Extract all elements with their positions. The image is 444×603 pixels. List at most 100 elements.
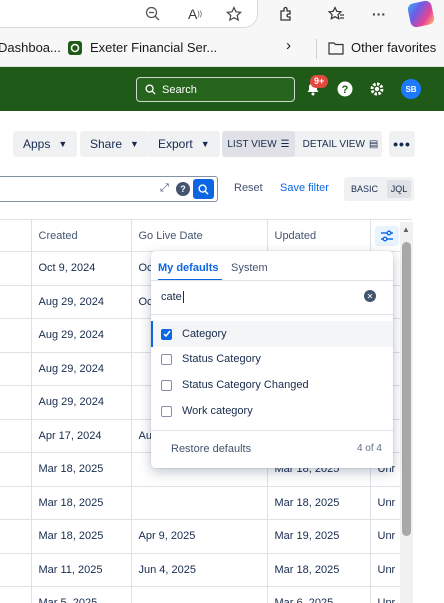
basic-mode-button[interactable]: BASIC xyxy=(344,177,385,201)
column-filter-input[interactable]: cate xyxy=(151,285,393,309)
share-label: Share xyxy=(90,137,123,151)
list-view-label: LIST VIEW xyxy=(227,138,277,150)
apps-label: Apps xyxy=(23,137,51,151)
save-filter-button[interactable]: Save filter xyxy=(280,182,329,194)
detail-view-label: DETAIL VIEW xyxy=(302,138,365,150)
column-header-updated[interactable]: Updated xyxy=(267,219,371,252)
search-placeholder: Search xyxy=(162,83,197,96)
table-cell xyxy=(0,419,32,453)
column-option-label: Work category xyxy=(182,405,253,417)
jql-query-input[interactable]: ⤢ ? xyxy=(0,176,218,202)
view-toggle: LIST VIEW ☰ DETAIL VIEW ▤ xyxy=(222,131,382,157)
zoom-out-icon[interactable] xyxy=(142,3,164,25)
column-option-status-category[interactable]: Status Category xyxy=(151,346,393,372)
notifications-badge: 9+ xyxy=(310,75,329,88)
help-icon[interactable]: ? xyxy=(176,182,190,196)
checkbox-icon[interactable] xyxy=(161,353,172,365)
text-cursor xyxy=(182,291,184,303)
more-options-icon[interactable]: ··· xyxy=(368,3,390,25)
column-header-go-live-date[interactable]: Go Live Date xyxy=(131,219,268,252)
scrollbar-thumb[interactable] xyxy=(402,242,411,536)
chevron-down-icon: ▼ xyxy=(58,139,68,149)
chevron-down-icon: ▼ xyxy=(130,139,139,149)
table-cell xyxy=(0,452,32,487)
search-mode-toggle: BASIC JQL xyxy=(344,177,414,201)
scroll-up-icon[interactable]: ▲ xyxy=(402,225,410,234)
restore-defaults-button[interactable]: Restore defaults xyxy=(171,443,251,455)
table-row[interactable]: Mar 18, 2025 Mar 18, 2025 Unr xyxy=(0,486,412,520)
clear-filter-icon[interactable]: ✕ xyxy=(364,290,376,302)
export-button[interactable]: Export ▼ xyxy=(148,131,220,157)
column-picker-popup: My defaults System cate ✕ Category Statu… xyxy=(151,251,393,468)
vertical-scrollbar[interactable]: ▲ xyxy=(400,222,413,603)
table-row[interactable]: Mar 11, 2025 Jun 4, 2025 Mar 18, 2025 Unr xyxy=(0,553,412,587)
other-favorites[interactable]: Other favorites xyxy=(351,40,436,55)
go-live-cell: Jun 4, 2025 xyxy=(131,553,268,587)
search-input[interactable]: Search xyxy=(136,77,295,102)
favorites-icon[interactable] xyxy=(325,3,347,25)
bookmark-dashboard[interactable]: Dashboa... xyxy=(0,40,61,55)
apps-button[interactable]: Apps ▼ xyxy=(13,131,78,157)
window-edge xyxy=(433,111,444,603)
avatar[interactable]: SB xyxy=(401,79,421,99)
star-favorite-icon[interactable] xyxy=(223,3,245,25)
bookmark-exeter-financial[interactable]: Exeter Financial Ser... xyxy=(90,40,217,55)
column-option-work-category[interactable]: Work category xyxy=(151,398,393,424)
reset-button[interactable]: Reset xyxy=(234,182,263,194)
column-option-label: Status Category Changed xyxy=(182,379,309,391)
search-icon xyxy=(145,84,156,95)
checkbox-checked-icon[interactable] xyxy=(161,328,172,340)
folder-icon xyxy=(328,41,344,58)
extensions-icon[interactable] xyxy=(275,3,297,25)
search-button[interactable] xyxy=(193,179,214,199)
column-option-label: Category xyxy=(182,328,227,340)
expand-icon[interactable]: ⤢ xyxy=(160,182,169,195)
table-row[interactable]: Mar 18, 2025 Apr 9, 2025 Mar 19, 2025 Unr xyxy=(0,519,412,554)
created-cell: Aug 29, 2024 xyxy=(31,385,132,420)
go-live-cell xyxy=(131,486,268,520)
created-cell: Aug 29, 2024 xyxy=(31,352,132,386)
detail-view-button[interactable]: DETAIL VIEW ▤ xyxy=(299,131,382,157)
column-option-label: Status Category xyxy=(182,353,261,365)
export-label: Export xyxy=(158,137,193,151)
checkbox-icon[interactable] xyxy=(161,379,172,391)
bookmarks-bar: Dashboa... Exeter Financial Ser... › Oth… xyxy=(0,30,444,67)
created-cell: Oct 9, 2024 xyxy=(31,251,132,286)
go-live-cell xyxy=(131,586,268,603)
read-aloud-icon[interactable]: A)) xyxy=(184,3,206,25)
updated-cell: Mar 18, 2025 xyxy=(267,486,371,520)
settings-gear-icon[interactable] xyxy=(366,78,388,100)
updated-cell: Mar 18, 2025 xyxy=(267,553,371,587)
column-picker-tabs: My defaults System xyxy=(151,251,393,281)
table-cell xyxy=(0,519,32,554)
tab-my-defaults[interactable]: My defaults xyxy=(158,262,219,274)
column-option-category[interactable]: Category xyxy=(151,321,393,347)
table-cell xyxy=(0,251,32,286)
tabs-divider xyxy=(151,280,393,281)
column-option-status-category-changed[interactable]: Status Category Changed xyxy=(151,372,393,398)
tab-system[interactable]: System xyxy=(231,262,268,274)
table-header-row: Created Go Live Date Updated xyxy=(0,219,412,252)
share-button[interactable]: Share ▼ xyxy=(80,131,149,157)
jql-mode-button[interactable]: JQL xyxy=(387,180,411,198)
column-header-previous[interactable] xyxy=(0,219,32,252)
created-cell: Aug 29, 2024 xyxy=(31,285,132,319)
table-row[interactable]: Mar 5, 2025Mar 6, 2025Unr xyxy=(0,586,412,603)
table-cell xyxy=(0,352,32,386)
column-header-created[interactable]: Created xyxy=(31,219,132,252)
created-cell: Mar 18, 2025 xyxy=(31,452,132,487)
chevron-right-icon[interactable]: › xyxy=(286,37,291,54)
checkbox-icon[interactable] xyxy=(161,405,172,417)
table-cell xyxy=(0,318,32,353)
column-count: 4 of 4 xyxy=(356,443,382,454)
updated-cell: Mar 19, 2025 xyxy=(267,519,371,554)
list-icon: ☰ xyxy=(280,138,290,150)
list-view-button[interactable]: LIST VIEW ☰ xyxy=(222,131,295,157)
created-cell: Aug 29, 2024 xyxy=(31,318,132,353)
help-icon[interactable]: ? xyxy=(334,78,356,100)
address-bar[interactable] xyxy=(0,0,258,28)
copilot-icon[interactable] xyxy=(406,0,436,29)
more-actions-button[interactable]: ••• xyxy=(389,131,415,157)
column-settings-icon[interactable] xyxy=(374,225,399,246)
updated-cell: Mar 6, 2025 xyxy=(267,586,371,603)
